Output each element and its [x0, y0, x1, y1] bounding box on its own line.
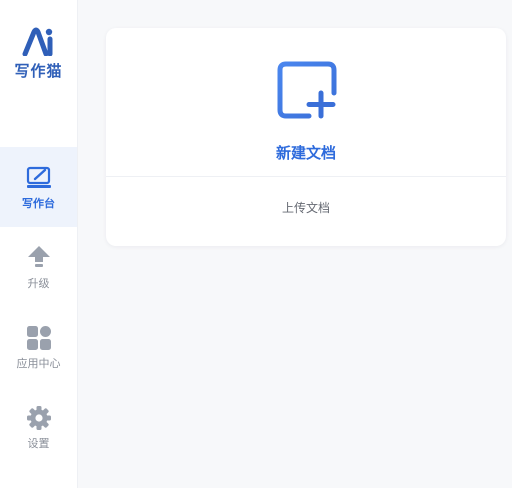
ai-logo-icon	[22, 27, 52, 56]
new-document-button[interactable]: 新建文档	[106, 28, 506, 176]
new-document-label: 新建文档	[275, 144, 336, 162]
sidebar-item-label: 写作台	[22, 197, 55, 210]
new-document-icon	[277, 61, 337, 125]
sidebar-item-app-center[interactable]: 应用中心	[0, 307, 77, 387]
sidebar-item-settings[interactable]: 设置	[0, 387, 77, 467]
sidebar-item-writing-desk[interactable]: 写作台	[0, 147, 77, 227]
sidebar: 写作猫 写作台 升级 应用中心 设置	[0, 0, 78, 488]
sidebar-item-upgrade[interactable]: 升级	[0, 227, 77, 307]
document-card: 新建文档 上传文档	[106, 28, 506, 246]
logo-text: 写作猫	[14, 62, 63, 80]
sidebar-item-label: 升级	[27, 277, 50, 290]
sidebar-item-label: 应用中心	[16, 357, 61, 370]
edit-board-icon	[0, 165, 77, 191]
arrow-up-icon	[0, 245, 77, 271]
app-logo[interactable]: 写作猫	[0, 26, 77, 81]
app-grid-icon	[0, 325, 77, 351]
sidebar-item-label: 设置	[27, 437, 50, 450]
upload-document-button[interactable]: 上传文档	[106, 177, 506, 239]
gear-icon	[0, 405, 77, 431]
app-window: 写作猫 写作台 升级 应用中心 设置 新建文档 上传文档	[0, 0, 512, 488]
